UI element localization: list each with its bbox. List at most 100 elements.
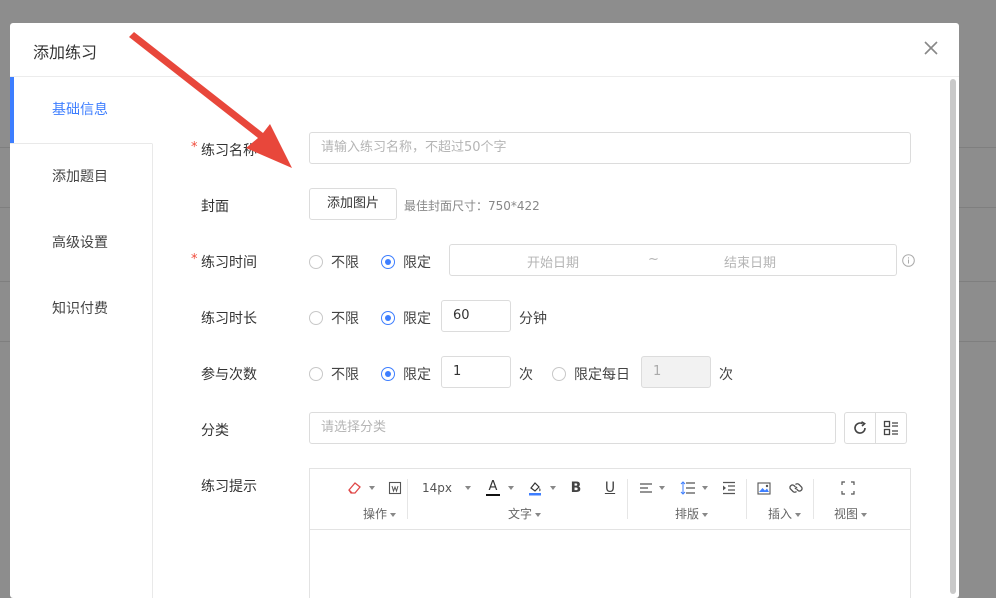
category-label: 分类: [201, 423, 229, 439]
radio-label: 限定: [403, 255, 431, 271]
chevron-down-icon[interactable]: [369, 486, 375, 490]
time-radio-limited[interactable]: 限定: [381, 252, 431, 272]
attempts-radio-limited[interactable]: 限定: [381, 364, 431, 384]
toolbar-group-operation: 操作: [310, 477, 408, 521]
radio-label: 不限: [331, 367, 359, 383]
background-color-icon[interactable]: [524, 479, 546, 497]
chevron-down-icon: [390, 512, 397, 517]
radio-circle: [552, 367, 566, 381]
form-content: * 练习名称 请输入练习名称，不超过50个字 封面 添加图片 最佳封面尺寸：75…: [153, 77, 947, 598]
time-label: * 练习时间: [191, 252, 301, 272]
modal-header: 添加练习: [10, 23, 959, 77]
duration-radio-unlimited[interactable]: 不限: [309, 308, 359, 328]
radio-label: 不限: [331, 311, 359, 327]
toolbar-group-text: 14px A B U 文字: [408, 477, 628, 521]
radio-circle: [381, 255, 395, 269]
nav-item-add-questions[interactable]: 添加题目: [10, 144, 152, 210]
caption-text: 文字: [508, 507, 533, 521]
attempts-radio-daily[interactable]: 限定每日: [552, 364, 630, 384]
chevron-down-icon: [535, 512, 542, 517]
name-input[interactable]: 请输入练习名称，不超过50个字: [309, 132, 911, 164]
operation-menu[interactable]: 操作: [363, 505, 397, 522]
nav-item-advanced-settings[interactable]: 高级设置: [10, 210, 152, 276]
radio-label: 不限: [331, 255, 359, 271]
line-height-icon[interactable]: [677, 479, 699, 497]
font-size-select[interactable]: 14px: [422, 479, 452, 497]
date-range-picker[interactable]: 开始日期 ~ 结束日期: [449, 244, 897, 276]
chevron-down-icon: [702, 512, 709, 517]
chevron-down-icon[interactable]: [508, 486, 514, 490]
name-label-text: 练习名称: [201, 143, 257, 159]
cover-label: 封面: [201, 199, 229, 215]
radio-circle: [381, 367, 395, 381]
chevron-down-icon: [795, 512, 802, 517]
radio-circle: [309, 367, 323, 381]
required-mark: *: [191, 252, 198, 267]
font-color-glyph: A: [488, 479, 498, 494]
bold-icon[interactable]: B: [565, 479, 587, 497]
font-color-swatch: [486, 494, 500, 496]
add-practice-modal: 添加练习 基础信息 添加题目 高级设置 知识付费 * 练习名称 请输入练习名称，…: [10, 23, 959, 598]
editor-body[interactable]: [310, 530, 910, 598]
category-manage-icon[interactable]: [875, 412, 907, 444]
chevron-down-icon: [861, 512, 868, 517]
modal-title: 添加练习: [33, 43, 98, 62]
cover-size-hint: 最佳封面尺寸：750*422: [404, 199, 540, 213]
attempts-label: 参与次数: [201, 367, 257, 383]
chevron-down-icon[interactable]: [702, 486, 708, 490]
duration-radio-limited[interactable]: 限定: [381, 308, 431, 328]
required-mark: *: [191, 140, 198, 155]
refresh-icon[interactable]: [844, 412, 876, 444]
caption-text: 操作: [363, 507, 388, 521]
duration-unit: 分钟: [519, 311, 547, 327]
link-icon[interactable]: [785, 479, 807, 497]
format-painter-icon[interactable]: [384, 479, 406, 497]
duration-input[interactable]: 60: [441, 300, 511, 332]
time-label-text: 练习时间: [201, 255, 257, 271]
toolbar-group-insert: 插入: [747, 477, 814, 521]
layout-menu[interactable]: 排版: [675, 505, 709, 522]
duration-label: 练习时长: [201, 311, 257, 327]
editor-toolbar: 操作 14px A B U 文字 排版 插入 视图: [310, 469, 910, 530]
eraser-icon[interactable]: [343, 479, 365, 497]
fullscreen-icon[interactable]: [837, 479, 859, 497]
radio-circle: [309, 311, 323, 325]
attempts-radio-unlimited[interactable]: 不限: [309, 364, 359, 384]
view-menu[interactable]: 视图: [834, 505, 868, 522]
nav-item-paid-knowledge[interactable]: 知识付费: [10, 276, 152, 342]
nav-item-basic-info[interactable]: 基础信息: [10, 77, 153, 144]
scrollbar[interactable]: [950, 79, 956, 594]
radio-circle: [381, 311, 395, 325]
add-image-button[interactable]: 添加图片: [309, 188, 397, 220]
caption-text: 视图: [834, 507, 859, 521]
image-icon[interactable]: [753, 479, 775, 497]
info-icon[interactable]: [902, 254, 915, 267]
toolbar-group-view: 视图: [814, 477, 884, 521]
start-date-placeholder: 开始日期: [527, 256, 580, 271]
attempts-input[interactable]: 1: [441, 356, 511, 388]
radio-circle: [309, 255, 323, 269]
underline-icon[interactable]: U: [599, 479, 621, 497]
radio-label: 限定: [403, 311, 431, 327]
rich-text-editor: 操作 14px A B U 文字 排版 插入 视图: [309, 468, 911, 598]
chevron-down-icon[interactable]: [550, 486, 556, 490]
insert-menu[interactable]: 插入: [768, 505, 802, 522]
date-range-separator: ~: [648, 252, 659, 267]
align-icon[interactable]: [635, 479, 657, 497]
radio-label: 限定每日: [574, 367, 630, 383]
radio-label: 限定: [403, 367, 431, 383]
attempts-unit: 次: [519, 367, 533, 383]
side-nav: 基础信息 添加题目 高级设置 知识付费: [10, 77, 153, 598]
chevron-down-icon[interactable]: [659, 486, 665, 490]
caption-text: 插入: [768, 507, 793, 521]
category-select[interactable]: 请选择分类: [309, 412, 836, 444]
daily-attempts-unit: 次: [719, 367, 733, 383]
time-radio-unlimited[interactable]: 不限: [309, 252, 359, 272]
text-menu[interactable]: 文字: [508, 505, 542, 522]
chevron-down-icon[interactable]: [465, 486, 471, 490]
tips-label: 练习提示: [201, 479, 257, 495]
indent-icon[interactable]: [718, 479, 740, 497]
daily-attempts-input[interactable]: 1: [641, 356, 711, 388]
font-color-icon[interactable]: A: [482, 479, 504, 497]
close-icon[interactable]: [921, 38, 941, 58]
